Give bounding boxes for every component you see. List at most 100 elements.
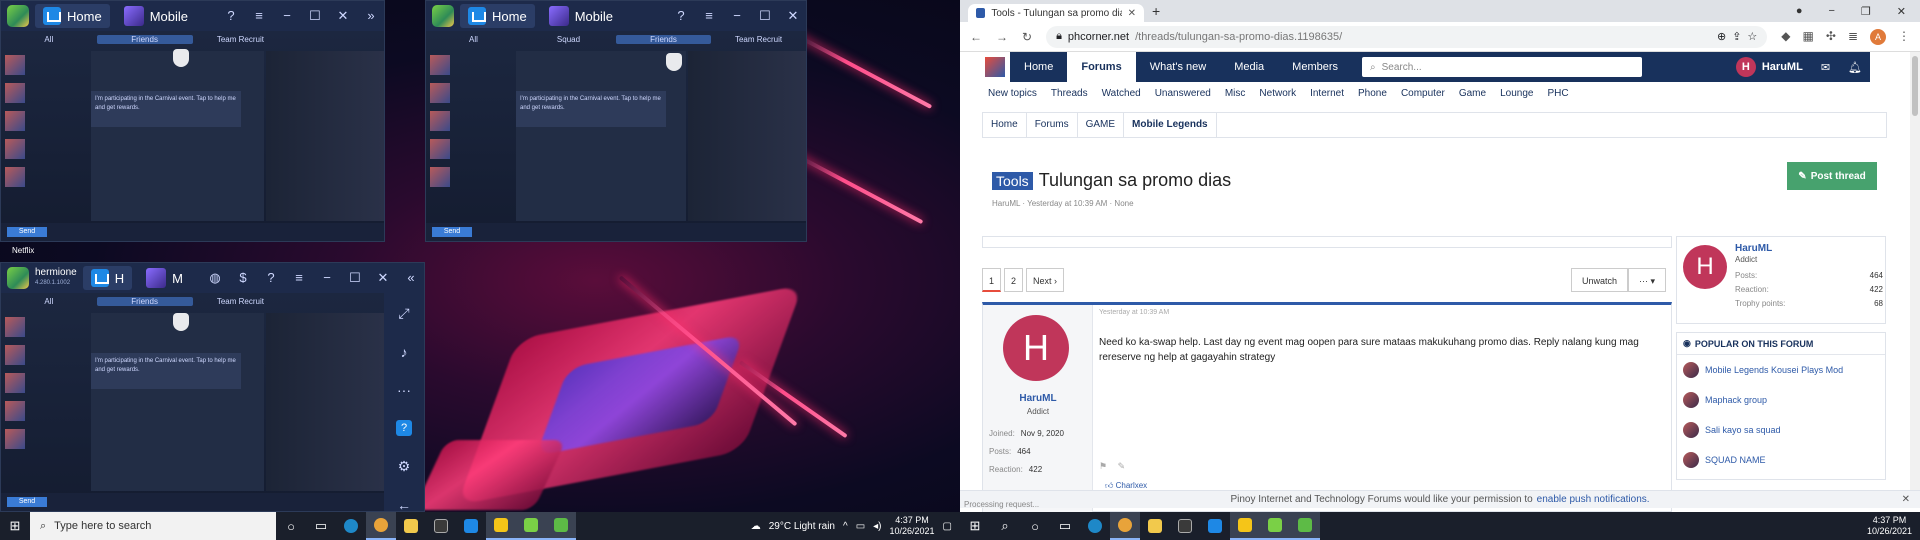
bluestacks-taskbar-icon[interactable] [1260, 512, 1290, 540]
send-button[interactable]: Send [7, 227, 47, 237]
unwatch-button[interactable]: Unwatch [1571, 268, 1629, 292]
puzzle-icon[interactable]: ✣ [1826, 29, 1836, 45]
file-explorer-icon[interactable] [396, 512, 426, 540]
game-tab-all[interactable]: All [1, 297, 97, 306]
store-icon[interactable] [426, 512, 456, 540]
install-icon[interactable]: ⊕ [1717, 30, 1726, 43]
avatar[interactable]: H [1003, 315, 1069, 381]
more-icon[interactable]: ··· [397, 382, 411, 398]
network-icon[interactable]: ▭ [856, 521, 865, 532]
forward-icon[interactable]: → [996, 30, 1008, 44]
breadcrumb-mobile-legends[interactable]: Mobile Legends [1124, 112, 1217, 138]
nav-home[interactable]: Home [1010, 52, 1067, 82]
subnav-misc[interactable]: Misc [1225, 88, 1246, 99]
breadcrumb-home[interactable]: Home [983, 112, 1027, 138]
game-screen[interactable]: All Friends Team Recruit I'm participati… [1, 293, 384, 511]
address-bar[interactable]: 🔒︎ phcorner.net/threads/tulungan-sa-prom… [1046, 25, 1768, 48]
maximize-icon[interactable]: ☐ [308, 8, 322, 24]
breadcrumb-game[interactable]: GAME [1078, 112, 1125, 138]
minimize-icon[interactable]: − [1828, 5, 1834, 18]
page-next[interactable]: Next › [1026, 268, 1065, 292]
mail-icon[interactable] [456, 512, 486, 540]
extension-icon[interactable]: ▦ [1803, 29, 1814, 45]
send-button[interactable]: Send [432, 227, 472, 237]
forum-search-input[interactable]: ⌕ Search... [1362, 57, 1643, 77]
chrome-menu-icon[interactable]: ⋮ [1898, 29, 1910, 45]
subnav-internet[interactable]: Internet [1310, 88, 1344, 99]
notification-center-icon[interactable]: ▢ [943, 521, 952, 532]
game-tab-friends[interactable]: Friends [96, 34, 193, 44]
post-thread-button[interactable]: ✎ Post thread [1787, 162, 1877, 190]
file-explorer-icon[interactable] [1140, 512, 1170, 540]
bluestacks-window-3[interactable]: hermione 4.280.1.1002 H M ◍ $ ? ≡ − ☐ ✕ … [0, 262, 425, 512]
tab-game[interactable]: Mobile [541, 4, 621, 28]
popular-item[interactable]: Maphack group [1677, 385, 1885, 415]
menu-icon[interactable]: ≡ [702, 8, 716, 24]
metamask-icon[interactable]: ◆ [1781, 29, 1790, 45]
sidebar-username[interactable]: HaruML [1735, 243, 1772, 254]
help-icon[interactable]: ? [674, 8, 688, 24]
thread-tools-menu[interactable]: ··· ▾ [1628, 268, 1667, 292]
new-tab-icon[interactable]: + [1152, 3, 1160, 19]
chrome-icon[interactable] [366, 512, 396, 540]
subnav-phone[interactable]: Phone [1358, 88, 1387, 99]
chat-message[interactable]: I'm participating in the Carnival event.… [91, 353, 241, 389]
sticky-notes-icon[interactable] [486, 512, 516, 540]
help-icon[interactable]: ? [224, 8, 238, 24]
clock[interactable]: 4:37 PM 10/26/2021 [1867, 515, 1912, 537]
cortana-icon[interactable]: ○ [1020, 512, 1050, 540]
breadcrumb-forums[interactable]: Forums [1027, 112, 1078, 138]
edit-icon[interactable]: ✎ [1118, 461, 1126, 471]
browser-tab[interactable]: Tools - Tulungan sa promo dias ✕ [968, 4, 1144, 22]
list-item[interactable] [430, 135, 510, 163]
coin-icon[interactable]: $ [236, 270, 250, 286]
post-date[interactable]: Yesterday at 10:39 AM [1099, 309, 1169, 316]
close-icon[interactable]: ✕ [786, 8, 800, 24]
page-scrollbar[interactable] [1910, 52, 1920, 490]
nav-forums[interactable]: Forums [1067, 52, 1136, 82]
expand-icon[interactable]: ⤢ [398, 305, 409, 322]
windows-start-icon[interactable]: ⊞ [960, 518, 990, 534]
task-view-icon[interactable]: ▭ [306, 512, 336, 540]
weather-text[interactable]: 29°C Light rain [769, 521, 835, 532]
list-item[interactable] [430, 163, 510, 191]
list-item[interactable] [430, 51, 510, 79]
thread-prefix[interactable]: Tools [992, 171, 1033, 190]
close-icon[interactable]: ✕ [1897, 5, 1906, 18]
minimize-icon[interactable]: − [320, 270, 334, 286]
popular-item[interactable]: SQUAD NAME [1677, 445, 1885, 475]
close-icon[interactable]: ✕ [1902, 494, 1910, 505]
minimize-icon[interactable]: − [730, 8, 744, 24]
game-screen[interactable]: All Friends Team Recruit I'm participati… [1, 31, 384, 241]
subnav-game[interactable]: Game [1459, 88, 1486, 99]
list-item[interactable] [5, 397, 85, 425]
nav-media[interactable]: Media [1220, 52, 1278, 82]
mail-icon[interactable] [1200, 512, 1230, 540]
profile-circle-icon[interactable]: ● [1796, 5, 1803, 18]
minimize-icon[interactable]: − [280, 8, 294, 24]
close-icon[interactable]: ✕ [336, 8, 350, 24]
subnav-phc[interactable]: PHC [1547, 88, 1568, 99]
edge-icon[interactable] [1080, 512, 1110, 540]
subnav-lounge[interactable]: Lounge [1500, 88, 1533, 99]
volume-icon[interactable]: ♪ [401, 344, 408, 360]
tab-home[interactable]: Home [35, 4, 110, 28]
tray-expand-icon[interactable]: ^ [843, 521, 848, 532]
list-item[interactable] [5, 79, 85, 107]
expand-sidebar-icon[interactable]: » [364, 8, 378, 24]
back-icon[interactable]: ← [970, 30, 982, 44]
help-icon[interactable]: ? [396, 420, 412, 436]
list-item[interactable] [5, 135, 85, 163]
list-item[interactable] [5, 51, 85, 79]
list-item[interactable] [5, 107, 85, 135]
weather-icon[interactable]: ☁ [751, 521, 761, 532]
friend-list[interactable] [5, 313, 85, 491]
list-item[interactable] [5, 163, 85, 191]
game-tab-squad[interactable]: Squad [521, 35, 616, 44]
page-2[interactable]: 2 [1004, 268, 1024, 292]
game-tab-friends[interactable]: Friends [616, 34, 711, 44]
tab-game[interactable]: M [138, 266, 191, 290]
bookmark-star-icon[interactable]: ☆ [1747, 30, 1757, 43]
subnav-watched[interactable]: Watched [1102, 88, 1141, 99]
close-icon[interactable]: ✕ [376, 270, 390, 286]
